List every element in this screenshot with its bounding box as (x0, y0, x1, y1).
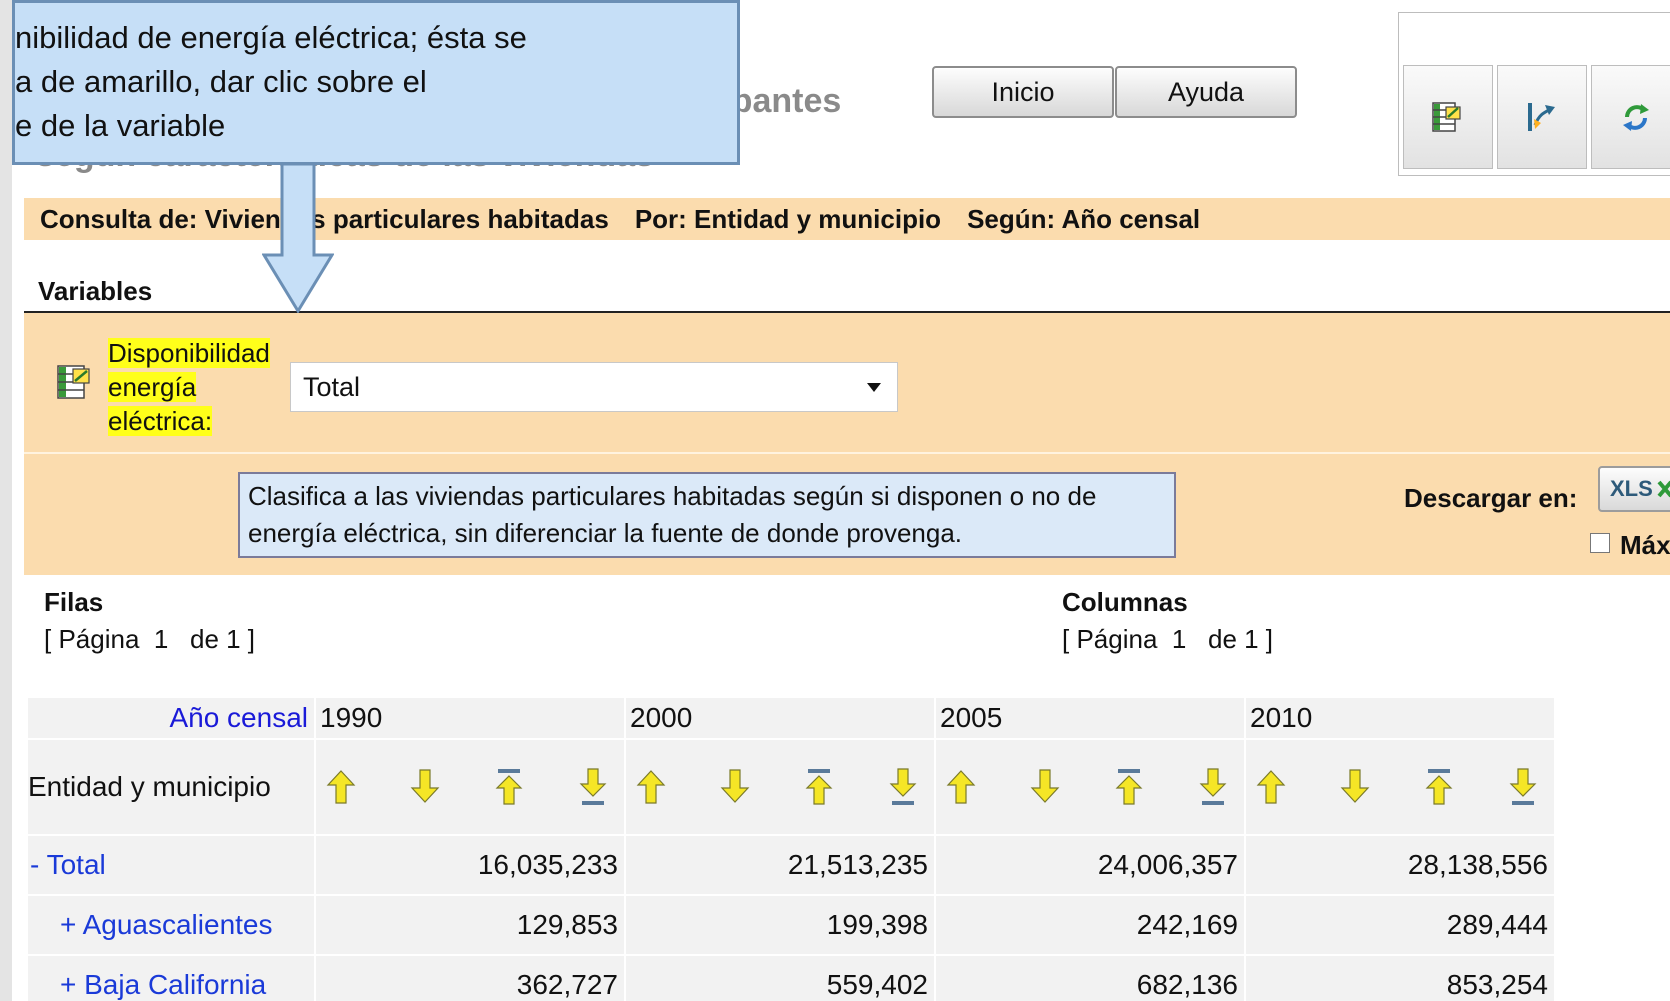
variable-name-link[interactable]: Disponibilidad energía eléctrica: (108, 336, 288, 438)
sort-ascending-icon[interactable] (636, 768, 666, 806)
sort-controls-row: Entidad y municipio (26, 738, 1556, 836)
row-label-aguascalientes[interactable]: + Aguascalientes (26, 894, 316, 956)
variables-heading: Variables (38, 276, 153, 306)
sort-icons (946, 768, 1228, 806)
sort-group (934, 738, 1246, 836)
sort-to-bottom-icon[interactable] (888, 768, 918, 806)
sort-to-bottom-icon[interactable] (1508, 768, 1538, 806)
dropdown-arrow-icon (867, 383, 881, 392)
sort-to-top-icon[interactable] (1114, 768, 1144, 806)
table-cell: 24,006,357 (934, 834, 1246, 896)
refresh-button[interactable] (1591, 65, 1670, 169)
table-cell: 28,138,556 (1244, 834, 1556, 896)
sort-icons (1256, 768, 1538, 806)
table-cell: 199,398 (624, 894, 936, 956)
sort-group (1244, 738, 1556, 836)
sort-to-top-icon[interactable] (1424, 768, 1454, 806)
year-header: 2005 (934, 696, 1246, 740)
refresh-icon (1623, 104, 1649, 131)
callout-line: e de la variable (15, 108, 226, 143)
year-header-row: Año censal 1990 2000 2005 2010 (26, 696, 1556, 740)
year-header: 2000 (624, 696, 936, 740)
callout-line: nibilidad de energía eléctrica; ésta se (15, 20, 527, 55)
sort-to-bottom-icon[interactable] (1198, 768, 1228, 806)
table-cell: 682,136 (934, 954, 1246, 1001)
table-row: + Aguascalientes 129,853 199,398 242,169… (26, 894, 1556, 956)
sort-to-top-icon[interactable] (804, 768, 834, 806)
xls-label: XLS (1610, 476, 1653, 501)
variable-select-value: Total (303, 371, 361, 402)
table-cell: 289,444 (1244, 894, 1556, 956)
sort-ascending-icon[interactable] (946, 768, 976, 806)
sort-group (314, 738, 626, 836)
query-por: Por: Entidad y municipio (634, 203, 942, 234)
table-cell: 242,169 (934, 894, 1246, 956)
callout-line: a de amarillo, dar clic sobre el (15, 64, 427, 99)
year-header: 1990 (314, 696, 626, 740)
sort-to-top-icon[interactable] (494, 768, 524, 806)
table-cell: 21,513,235 (624, 834, 936, 896)
filas-pagination: [ Página 1 de 1 ] (44, 624, 256, 654)
year-header: 2010 (1244, 696, 1556, 740)
table-cell: 129,853 (314, 894, 626, 956)
sort-descending-icon[interactable] (1030, 768, 1060, 806)
sort-icons (636, 768, 918, 806)
table-cell: 559,402 (624, 954, 936, 1001)
sort-ascending-icon[interactable] (326, 768, 356, 806)
results-table: Año censal 1990 2000 2005 2010 Entidad y… (26, 696, 1556, 1001)
sort-descending-icon[interactable] (410, 768, 440, 806)
callout-arrow-icon (262, 163, 334, 313)
table-cell: 16,035,233 (314, 834, 626, 896)
sort-descending-icon[interactable] (1340, 768, 1370, 806)
variables-panel-divider (24, 452, 1670, 454)
variable-table-icon[interactable] (56, 362, 94, 402)
query-segun: Según: Año censal (967, 203, 1201, 234)
variable-select[interactable]: Total (290, 362, 898, 412)
row-label-baja-california[interactable]: + Baja California (26, 954, 316, 1001)
table-edit-icon (1432, 102, 1461, 132)
inicio-button[interactable]: Inicio (932, 66, 1114, 118)
variable-name-line2: energía (108, 372, 197, 402)
page: cupantes según características de las vi… (0, 0, 1670, 1001)
row-axis-label: Entidad y municipio (26, 738, 316, 836)
tutorial-callout: nibilidad de energía eléctrica; ésta se … (12, 0, 740, 165)
toolbar: I (1398, 12, 1670, 176)
maximize-label: Máxi (1620, 530, 1670, 560)
variable-name-line1: Disponibilidad (108, 338, 270, 368)
select-variables-button[interactable] (1403, 65, 1493, 169)
download-label: Descargar en: (1404, 483, 1578, 513)
columnas-pagination: [ Página 1 de 1 ] (1062, 624, 1274, 654)
sort-ascending-icon[interactable] (1256, 768, 1286, 806)
download-xls-button[interactable]: XLS (1598, 466, 1670, 512)
ayuda-button[interactable]: Ayuda (1115, 66, 1297, 118)
maximize-checkbox[interactable] (1590, 533, 1610, 553)
row-label-total[interactable]: - Total (26, 834, 316, 896)
table-row: - Total 16,035,233 21,513,235 24,006,357… (26, 834, 1556, 896)
table-row: + Baja California 362,727 559,402 682,13… (26, 954, 1556, 1001)
year-axis-label[interactable]: Año censal (26, 696, 316, 740)
excel-icon (1657, 480, 1670, 498)
pivot-arrow-icon (1528, 103, 1555, 131)
columnas-heading: Columnas (1062, 587, 1188, 617)
sort-to-bottom-icon[interactable] (578, 768, 608, 806)
sort-group (624, 738, 936, 836)
swap-axes-button[interactable] (1497, 65, 1587, 169)
table-cell: 853,254 (1244, 954, 1556, 1001)
sort-icons (326, 768, 608, 806)
variable-description: Clasifica a las viviendas particulares h… (238, 472, 1176, 558)
table-cell: 362,727 (314, 954, 626, 1001)
variable-name-line3: eléctrica: (108, 406, 213, 436)
sort-descending-icon[interactable] (720, 768, 750, 806)
filas-heading: Filas (44, 587, 104, 617)
